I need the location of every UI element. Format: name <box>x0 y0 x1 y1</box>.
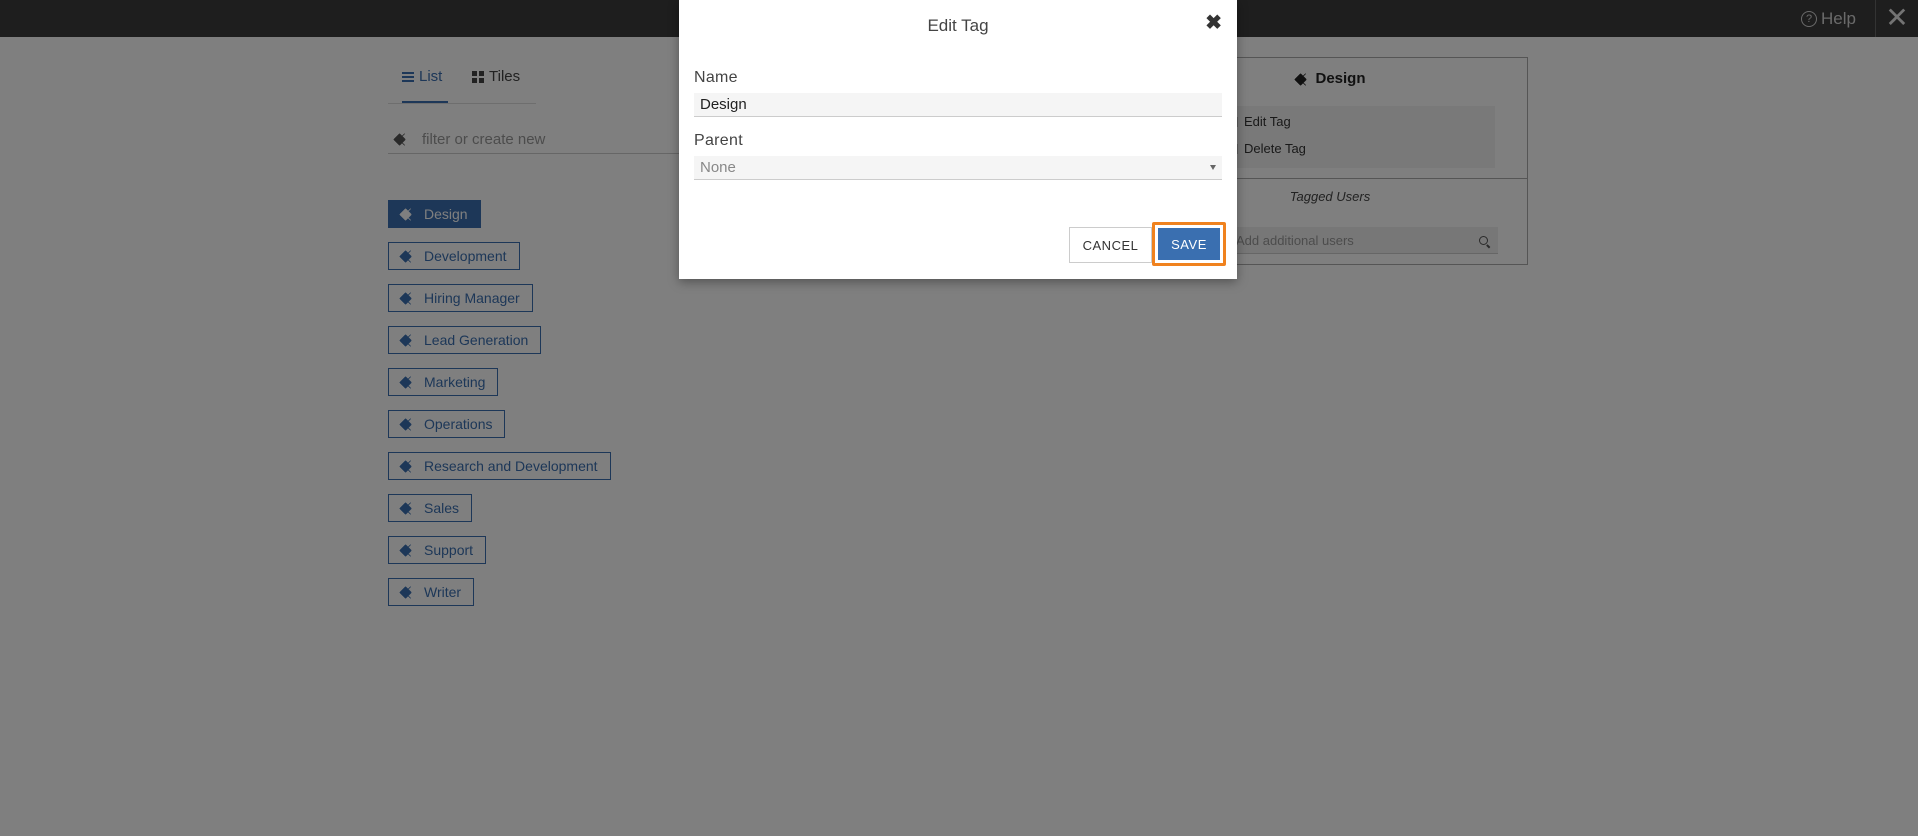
parent-select[interactable]: None <box>694 156 1222 180</box>
parent-selected-value: None <box>700 159 736 176</box>
close-icon[interactable]: ✖ <box>1205 11 1222 35</box>
parent-label: Parent <box>694 132 743 149</box>
caret-down-icon <box>1210 165 1216 170</box>
edit-tag-dialog: Edit Tag ✖ Name Parent None CANCEL SAVE <box>679 0 1237 279</box>
dialog-title: Edit Tag <box>927 16 989 35</box>
name-label: Name <box>694 69 738 86</box>
name-input[interactable] <box>694 93 1222 117</box>
save-button[interactable]: SAVE <box>1158 228 1220 260</box>
cancel-button[interactable]: CANCEL <box>1069 227 1152 263</box>
